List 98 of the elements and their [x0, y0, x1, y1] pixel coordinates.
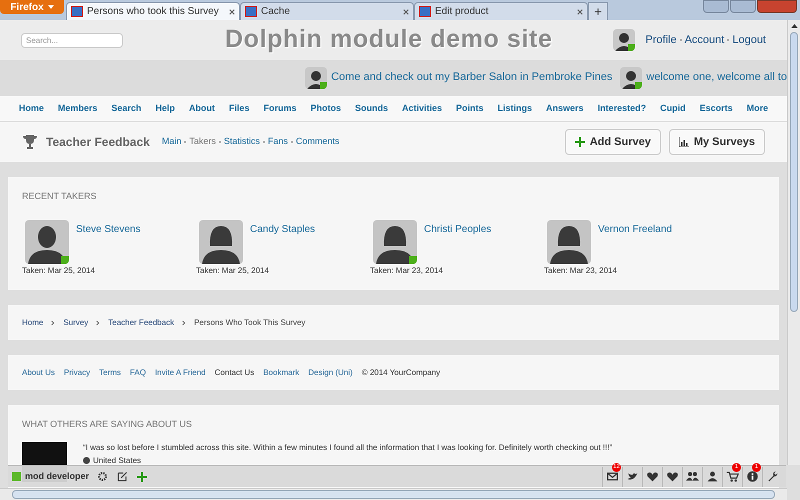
firefox-menu-button[interactable]: Firefox: [0, 0, 64, 14]
taken-date: Taken: Mar 23, 2014: [370, 264, 443, 276]
nav-link[interactable]: Members: [58, 102, 98, 116]
nav-link[interactable]: Photos: [310, 102, 341, 116]
nav-link[interactable]: Sounds: [354, 102, 388, 116]
taker-name-link[interactable]: Steve Stevens: [76, 222, 140, 236]
nav-link[interactable]: Interested?: [598, 102, 646, 116]
horizontal-scrollbar[interactable]: [0, 488, 787, 500]
nav-link[interactable]: Answers: [546, 102, 584, 116]
breadcrumb-link[interactable]: Teacher Feedback: [108, 316, 174, 328]
nav-link[interactable]: Escorts: [700, 102, 733, 116]
favicon-icon: [419, 6, 431, 17]
favicon-icon: [71, 6, 83, 17]
nav-link[interactable]: Activities: [402, 102, 442, 116]
person-icon[interactable]: [706, 470, 719, 483]
footer-link[interactable]: Privacy: [64, 366, 90, 378]
submenu-link[interactable]: Main: [162, 135, 182, 149]
footer-link[interactable]: Bookmark: [263, 366, 300, 378]
close-icon[interactable]: [229, 8, 235, 14]
user-link[interactable]: Logout: [732, 32, 766, 48]
nav-link[interactable]: Files: [228, 102, 250, 116]
nav-link[interactable]: Points: [456, 102, 484, 116]
submenu-link[interactable]: Takers: [189, 135, 216, 149]
bar-chart-icon: [678, 137, 689, 147]
tab-title: Edit product: [435, 5, 490, 19]
my-surveys-button[interactable]: My Surveys: [668, 129, 765, 155]
close-icon[interactable]: [577, 8, 583, 14]
scroll-up-icon[interactable]: [790, 24, 798, 28]
chevron-icon: [182, 320, 186, 326]
breadcrumb-link[interactable]: Home: [22, 316, 44, 328]
browser-tab[interactable]: Cache: [240, 2, 414, 20]
taker-name-link[interactable]: Vernon Freeland: [598, 222, 672, 236]
search-field[interactable]: Search...: [21, 32, 123, 48]
edit-icon[interactable]: [117, 471, 128, 482]
taken-date: Taken: Mar 23, 2014: [544, 264, 617, 276]
caret-icon: [48, 5, 54, 9]
globe-icon: [83, 457, 90, 464]
group-icon[interactable]: [686, 470, 699, 483]
nav-link[interactable]: Search: [111, 102, 142, 116]
submenu-link[interactable]: Statistics: [224, 135, 260, 149]
tab-title: Persons who took this Survey: [87, 5, 220, 19]
member-avatar: [305, 66, 328, 88]
chevron-icon: [96, 320, 100, 326]
info-icon[interactable]: [746, 470, 759, 483]
footer-link[interactable]: Design (Uni): [308, 366, 353, 378]
location-text: United States: [93, 454, 142, 466]
username-link[interactable]: mod developer: [25, 470, 90, 484]
section-heading: WHAT OTHERS ARE SAYING ABOUT US: [22, 418, 193, 431]
heart-icon[interactable]: [666, 470, 679, 483]
testimonial-quote: “I was so lost before I stumbled across this site. Within a few minutes I found all the information that I was looking for. Definitely worth checking out !!!”: [83, 442, 612, 454]
footer-link[interactable]: About Us: [22, 366, 55, 378]
footer-link[interactable]: Invite A Friend: [154, 366, 206, 378]
settings-icon[interactable]: [97, 471, 108, 482]
nav-link[interactable]: About: [188, 102, 215, 116]
favicon-icon: [245, 6, 257, 17]
nav-link[interactable]: Home: [18, 102, 44, 116]
user-link[interactable]: Account: [684, 32, 724, 48]
tab-title: Cache: [261, 5, 291, 19]
plus-icon: [574, 137, 585, 147]
site-title: Dolphin module demo site: [225, 24, 553, 56]
taken-date: Taken: Mar 25, 2014: [196, 264, 269, 276]
mail-icon[interactable]: [606, 470, 619, 483]
vertical-scrollbar[interactable]: [787, 20, 800, 465]
nav-link[interactable]: More: [746, 102, 768, 116]
taker-name-link[interactable]: Candy Staples: [250, 222, 316, 236]
browser-tab[interactable]: Persons who took this Survey: [66, 2, 240, 20]
section-heading: RECENT TAKERS: [22, 190, 98, 203]
member-avatar: [620, 66, 642, 88]
footer-link[interactable]: Contact Us: [214, 366, 254, 378]
nav-link[interactable]: Cupid: [660, 102, 686, 116]
submenu-link[interactable]: Comments: [296, 135, 340, 149]
add-survey-button[interactable]: Add Survey: [564, 129, 661, 155]
member-status-link[interactable]: Come and check out my Barber Salon in Pembroke Pines: [331, 69, 612, 86]
breadcrumb-link[interactable]: Survey: [63, 316, 88, 328]
nav-link[interactable]: Help: [155, 102, 175, 116]
new-tab-button[interactable]: +: [588, 2, 608, 20]
heart-icon[interactable]: [646, 470, 659, 483]
browser-tab[interactable]: Edit product: [414, 2, 588, 20]
user-link[interactable]: Profile: [645, 32, 677, 48]
chevron-icon: [51, 320, 56, 326]
nav-link[interactable]: Listings: [498, 102, 532, 116]
plus-icon[interactable]: [137, 472, 148, 482]
submenu-link[interactable]: Fans: [268, 135, 288, 149]
member-status-link[interactable]: welcome one, welcome all to: [646, 69, 787, 86]
wrench-icon[interactable]: [766, 470, 779, 483]
footer-link[interactable]: Terms: [99, 366, 121, 378]
user-avatar: [613, 29, 636, 51]
close-icon[interactable]: [403, 8, 409, 14]
copyright-text: © 2014 YourCompany: [362, 366, 440, 378]
status-square-icon: [12, 472, 21, 481]
breadcrumb-current: Persons Who Took This Survey: [194, 316, 306, 328]
nav-link[interactable]: Forums: [263, 102, 296, 116]
page-title: Teacher Feedback: [46, 134, 150, 151]
taken-date: Taken: Mar 25, 2014: [22, 264, 95, 276]
cart-icon[interactable]: [726, 470, 739, 483]
taker-name-link[interactable]: Christi Peoples: [424, 222, 492, 236]
trophy-icon: [22, 134, 38, 150]
footer-link[interactable]: FAQ: [130, 366, 146, 378]
